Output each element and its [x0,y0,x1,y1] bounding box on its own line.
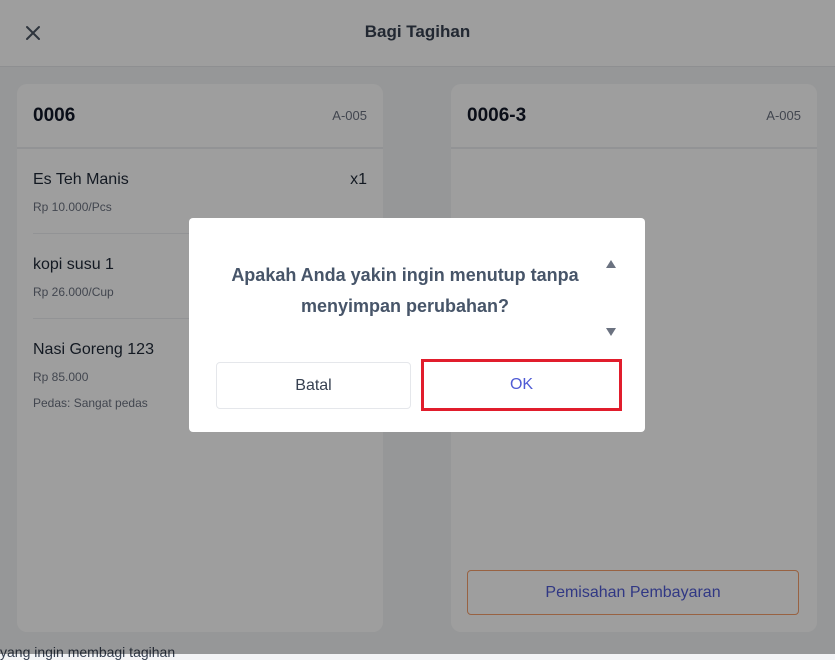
dialog-message: Apakah Anda yakin ingin menutup tanpa me… [231,265,579,316]
scroll-down-arrow[interactable] [606,327,616,337]
scroll-up-arrow[interactable] [606,259,616,269]
triangle-down-icon [606,328,616,336]
confirm-dialog: Apakah Anda yakin ingin menutup tanpa me… [189,218,645,432]
triangle-up-icon [606,260,616,268]
cancel-button[interactable]: Batal [216,362,411,409]
ok-button[interactable]: OK [421,359,622,411]
